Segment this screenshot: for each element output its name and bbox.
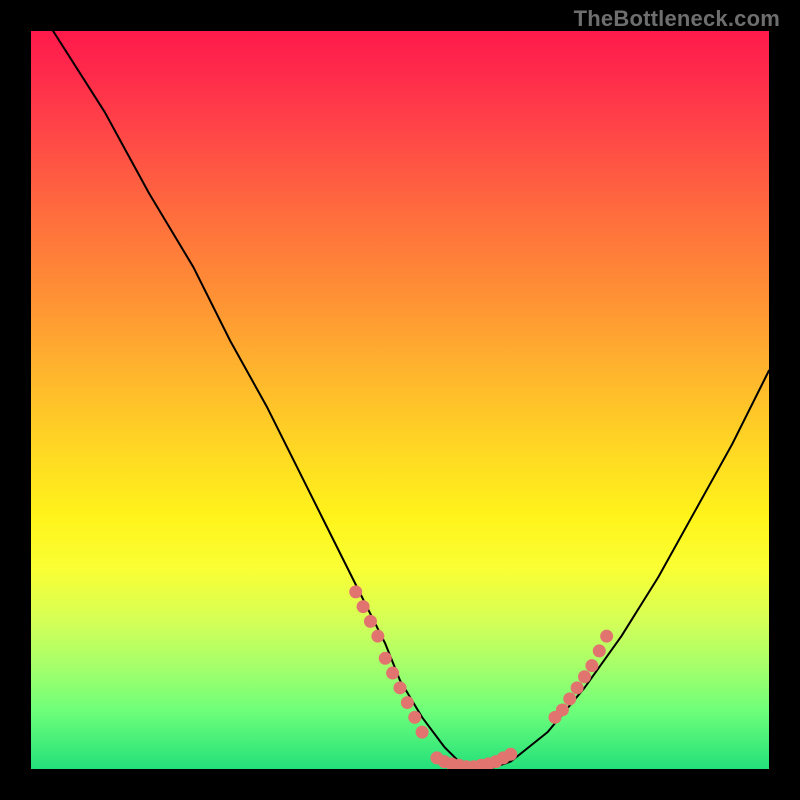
chart-layer: [53, 31, 769, 769]
highlight-dot: [364, 615, 377, 628]
attribution-text: TheBottleneck.com: [574, 6, 780, 32]
curve-path: [53, 31, 769, 769]
highlight-dot: [556, 703, 569, 716]
highlight-dot: [571, 681, 584, 694]
outer-frame: TheBottleneck.com: [0, 0, 800, 800]
highlight-dot: [408, 711, 421, 724]
highlight-dot: [600, 630, 613, 643]
highlight-dot: [357, 600, 370, 613]
highlight-dot: [371, 630, 384, 643]
highlight-dot: [401, 696, 414, 709]
highlight-dot: [386, 667, 399, 680]
highlight-dot: [416, 726, 429, 739]
highlight-dot: [563, 692, 576, 705]
highlight-dot: [593, 644, 606, 657]
highlight-dot: [578, 670, 591, 683]
highlight-dot: [349, 585, 362, 598]
highlight-dot: [504, 748, 517, 761]
highlight-dot: [394, 681, 407, 694]
highlight-dot: [585, 659, 598, 672]
chart-plot-area: [31, 31, 769, 769]
highlight-dot: [379, 652, 392, 665]
chart-svg: [31, 31, 769, 769]
